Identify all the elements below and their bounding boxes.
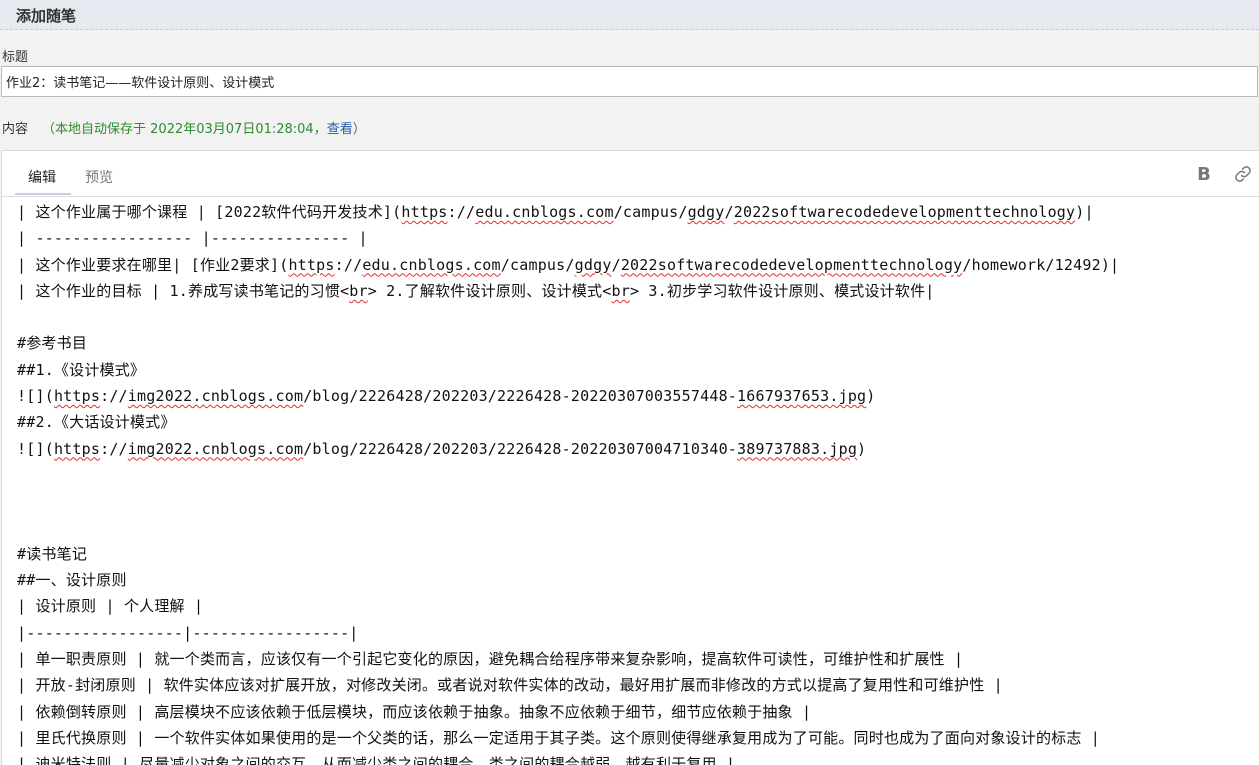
editor-text-segment: /homework/12492)| [962, 255, 1120, 274]
editor-text-segment: /blog/2226428/202203/2226428-20220307004… [303, 439, 738, 458]
title-input[interactable] [1, 66, 1258, 97]
editor-text-segment: #读书笔记 [17, 544, 88, 563]
markdown-textarea[interactable]: | 这个作业属于哪个课程 | [2022软件代码开发技术](https://ed… [17, 199, 1259, 765]
editor-text-segment: #参考书目 [17, 334, 88, 353]
editor-text-segment: | 单一职责原则 | 就一个类而言，应该仅有一个引起它变化的原因，避免耦合给程序… [17, 650, 964, 669]
editor-text-segment: /campus/ [500, 255, 575, 274]
editor-text-segment: ) [857, 439, 867, 458]
editor-text-segment: ##2.《大话设计模式》 [17, 413, 176, 432]
editor-text-segment: :// [334, 255, 363, 274]
editor-text-segment: 2022softwarecodedevelopmenttechnology [733, 203, 1076, 221]
editor-text-segment: ##1.《设计模式》 [17, 360, 146, 379]
editor-text-segment: / [724, 203, 734, 221]
editor-line: |-----------------|-----------------| [17, 620, 1259, 646]
editor-text-segment: ![]( [17, 439, 54, 458]
editor-text-segment: edu.cnblogs.com [362, 255, 501, 274]
bold-icon[interactable]: B [1193, 163, 1215, 185]
editor-text-segment: br [611, 281, 630, 300]
editor-text-segment: | ----------------- |--------------- | [17, 229, 368, 248]
editor-tabs: 编辑 预览 B [2, 151, 1259, 197]
editor-text-segment: 2022softwarecodedevelopmenttechnology [620, 255, 963, 274]
editor-line: | 迪米特法则 | 尽量减少对象之间的交互，从而减少类之间的耦合，类之间的耦合越… [17, 751, 1259, 765]
editor-text-segment: https [401, 203, 448, 221]
editor-text-segment: :// [447, 203, 476, 221]
editor-text-segment: | 这个作业的目标 | 1.养成写读书笔记的习惯< [17, 281, 350, 300]
editor-text-segment: :// [100, 387, 128, 406]
editor-line: | 里氏代换原则 | 一个软件实体如果使用的是一个父类的话，那么一定适用于其子类… [17, 725, 1259, 751]
editor-line: | 这个作业属于哪个课程 | [2022软件代码开发技术](https://ed… [17, 199, 1259, 225]
editor-text-segment: > 3.初步学习软件设计原则、模式设计软件| [629, 281, 935, 300]
editor-text-segment: br [349, 281, 368, 300]
autosave-text: （本地自动保存于 2022年03月07日01:28:04， [42, 122, 327, 137]
editor-line: #读书笔记 [17, 541, 1259, 567]
editor-text-segment: | 设计原则 | 个人理解 | [17, 597, 204, 616]
editor-line: | 这个作业的目标 | 1.养成写读书笔记的习惯<br> 2.了解软件设计原则、… [17, 278, 1259, 304]
editor-text-segment: https [53, 387, 101, 406]
editor-line: ![](https://img2022.cnblogs.com/blog/222… [17, 436, 1259, 462]
link-icon[interactable] [1232, 163, 1254, 185]
editor-text-segment: | 依赖倒转原则 | 高层模块不应该依赖于低层模块，而应该依赖于抽象。抽象不应依… [17, 702, 812, 721]
editor-line: | ----------------- |--------------- | [17, 225, 1259, 251]
editor-text-segment: )| [1075, 203, 1094, 221]
editor-line: | 这个作业要求在哪里| [作业2要求](https://edu.cnblogs… [17, 252, 1259, 278]
editor-text-segment: | 这个作业要求在哪里| [作业2要求]( [17, 255, 289, 274]
editor-line: | 开放-封闭原则 | 软件实体应该对扩展开放，对修改关闭。或者说对软件实体的改… [17, 672, 1259, 698]
editor-text-segment: /campus/ [613, 203, 688, 221]
editor-text-segment: | 这个作业属于哪个课程 | [2022软件代码开发技术]( [17, 203, 402, 221]
editor-line: | 设计原则 | 个人理解 | [17, 593, 1259, 619]
editor-text-segment: /blog/2226428/202203/2226428-20220307003… [303, 387, 738, 406]
editor-text-segment: |-----------------|-----------------| [17, 623, 359, 642]
editor-text-segment: :// [100, 439, 128, 458]
tab-edit[interactable]: 编辑 [28, 167, 56, 187]
editor-text-segment: | 迪米特法则 | 尽量减少对象之间的交互，从而减少类之间的耦合，类之间的耦合越… [17, 755, 736, 765]
editor-text-segment: | 里氏代换原则 | 一个软件实体如果使用的是一个父类的话，那么一定适用于其子类… [17, 728, 1101, 747]
title-label: 标题 [2, 50, 29, 65]
editor-text-segment: 389737883.jpg [737, 439, 858, 458]
editor-text-segment: ![]( [17, 387, 54, 406]
editor-text-segment: gdgy [574, 255, 612, 274]
active-tab-indicator [15, 193, 71, 195]
editor-line: #参考书目 [17, 330, 1259, 356]
editor-line: | 单一职责原则 | 就一个类而言，应该仅有一个引起它变化的原因，避免耦合给程序… [17, 646, 1259, 672]
editor-text-segment: > 2.了解软件设计原则、设计模式< [367, 281, 612, 300]
editor-text-segment: img2022.cnblogs.com [127, 439, 304, 458]
page-header: 添加随笔 [0, 0, 1259, 30]
editor-line: | 依赖倒转原则 | 高层模块不应该依赖于低层模块，而应该依赖于抽象。抽象不应依… [17, 699, 1259, 725]
editor-text-segment: gdgy [687, 203, 725, 221]
view-autosave-link[interactable]: 查看 [327, 122, 353, 137]
editor-line: ![](https://img2022.cnblogs.com/blog/222… [17, 383, 1259, 409]
page-title: 添加随笔 [16, 7, 77, 25]
autosave-suffix: ） [352, 122, 366, 137]
editor-text-segment: / [611, 255, 621, 274]
editor-line: ##1.《设计模式》 [17, 357, 1259, 383]
editor-text-segment: img2022.cnblogs.com [127, 387, 304, 406]
editor-text-segment: https [288, 255, 335, 274]
content-label: 内容 [2, 122, 29, 137]
autosave-status: （本地自动保存于 2022年03月07日01:28:04，查看） [42, 122, 366, 137]
editor-text-segment: ##一、设计原则 [17, 571, 127, 590]
editor-text-segment: | 开放-封闭原则 | 软件实体应该对扩展开放，对修改关闭。或者说对软件实体的改… [17, 676, 1003, 695]
editor-text-segment: edu.cnblogs.com [475, 203, 614, 221]
tab-preview[interactable]: 预览 [85, 167, 113, 187]
content-label-row: 内容 （本地自动保存于 2022年03月07日01:28:04，查看） [2, 118, 366, 137]
markdown-editor: 编辑 预览 B | 这个作业属于哪个课程 | [2022软件代码开发技术](ht… [1, 150, 1259, 765]
editor-text-segment: ) [866, 387, 876, 406]
editor-text-segment: https [53, 439, 101, 458]
editor-line: ##2.《大话设计模式》 [17, 409, 1259, 435]
editor-line: ##一、设计原则 [17, 567, 1259, 593]
editor-text-segment: 1667937653.jpg [737, 387, 867, 406]
